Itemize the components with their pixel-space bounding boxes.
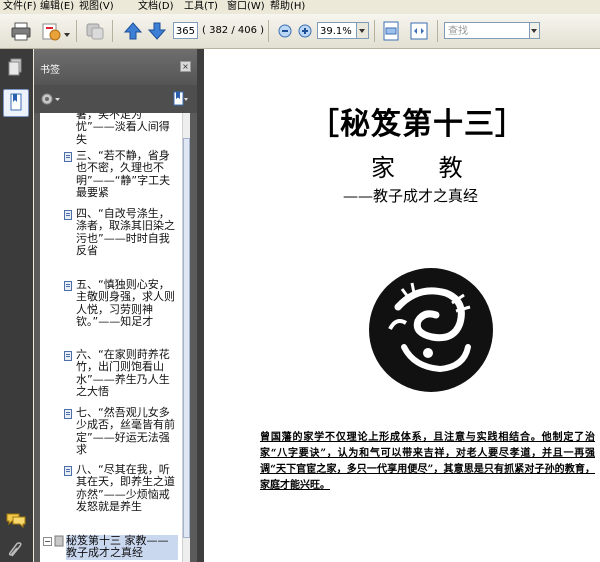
body-paragraph: 曾国藩的家学不仅理论上形成体系，且注意与实践相结合。他制定了治家“八字要诀”，认… <box>260 430 595 494</box>
bookmarks-tab[interactable] <box>3 89 29 117</box>
page-count-label: ( 382 / 406 ) <box>202 25 265 36</box>
body-paragraph-text: 曾国藩的家学不仅理论上形成体系，且注意与实践相结合。他制定了治家“八字要诀”，认… <box>260 432 595 491</box>
chapter-subtitle: 家 教 <box>371 154 481 182</box>
bookmark-label: 五、“慎独则心安，主敬则身强，求人则人悦，习劳则神钦。”——知足才 <box>76 278 175 328</box>
bookmark-icon <box>64 281 72 291</box>
menu-edit[interactable]: 编辑(E) <box>40 0 74 14</box>
bookmark-label: 秘笈第十三 家教——教子成才之真经 <box>66 534 178 560</box>
arrow-down-icon <box>147 22 167 40</box>
chevron-down-icon <box>531 29 537 33</box>
pages-icon <box>8 58 22 76</box>
new-bookmark-button[interactable] <box>172 90 190 108</box>
bookmarks-toolbar <box>34 85 197 113</box>
find-dropdown[interactable] <box>530 22 540 39</box>
email-button[interactable] <box>40 20 62 42</box>
fit-page-button[interactable] <box>380 20 402 42</box>
bookmark-icon <box>10 93 22 111</box>
collaborate-icon <box>86 23 104 40</box>
toolbar-separator <box>112 20 113 42</box>
gear-icon <box>41 93 60 105</box>
comments-tab[interactable] <box>5 511 27 529</box>
attachments-tab[interactable] <box>6 541 26 559</box>
menu-file[interactable]: 文件(F) <box>3 0 37 14</box>
find-input[interactable]: 查找 <box>444 22 530 39</box>
menu-tools[interactable]: 工具(T) <box>184 0 218 14</box>
zoom-dropdown[interactable] <box>357 22 369 39</box>
pages-tab[interactable] <box>6 57 26 79</box>
panel-close-button[interactable]: × <box>180 61 191 72</box>
menu-window[interactable]: 窗口(W) <box>227 0 265 14</box>
toolbar-separator <box>437 20 438 42</box>
next-page-button[interactable] <box>146 20 168 42</box>
bookmark-icon <box>64 351 72 361</box>
panel-splitter[interactable] <box>197 49 204 562</box>
bookmark-scrollbar[interactable] <box>182 113 190 562</box>
fit-width-button[interactable] <box>408 20 430 42</box>
comment-icon <box>6 513 26 529</box>
toolbar-separator <box>374 20 375 42</box>
bookmark-label: 七、“然吾观儿女多少成否，丝毫皆有前定”——好运无法强求 <box>76 406 175 456</box>
bookmark-list: 暑，笑不足为忧”——淡看人间得失 三、“若不静，省身也不密，久理也不明”——“静… <box>40 113 190 562</box>
chapter-tagline: ——教子成才之真经 <box>343 187 479 205</box>
bookmarks-panel-header: 书签 × <box>34 49 197 85</box>
print-button[interactable] <box>10 20 32 42</box>
new-bookmark-icon <box>173 91 188 106</box>
menu-help[interactable]: 帮助(H) <box>270 0 305 14</box>
email-icon <box>42 23 61 41</box>
zoom-in-button[interactable] <box>294 20 316 42</box>
arrow-up-icon <box>123 22 143 40</box>
dragon-emblem-image <box>368 267 494 393</box>
zoom-level-input[interactable]: 39.1% <box>317 22 357 39</box>
zoom-in-icon <box>298 24 312 38</box>
chapter-title: ［秘笈第十三］ <box>309 107 526 142</box>
toolbar: 365 ( 382 / 406 ) 39.1% 查找 <box>0 14 600 49</box>
fit-width-icon <box>410 22 428 40</box>
bookmark-label: 八、“尽其在我，听其在天，即养生之道亦然”——少烦恼戒发怒就是养生 <box>76 463 175 513</box>
bookmark-open-icon <box>54 535 64 547</box>
bookmark-icon <box>64 152 72 162</box>
bookmark-icon <box>64 210 72 220</box>
collapse-toggle-icon[interactable]: − <box>43 537 52 546</box>
menu-document[interactable]: 文档(D) <box>138 0 174 14</box>
bookmark-label: 暑，笑不足为忧”——淡看人间得失 <box>76 113 170 146</box>
zoom-out-icon <box>278 24 292 38</box>
page-number-input[interactable]: 365 <box>173 22 198 39</box>
bookmark-icon <box>64 466 72 476</box>
bookmark-label: 四、“自改号涤生，涤者，取涤其旧染之污也”——时时自我反省 <box>76 207 175 257</box>
fit-page-icon <box>383 21 399 41</box>
collaborate-button[interactable] <box>84 20 106 42</box>
email-dropdown-icon[interactable] <box>64 28 70 37</box>
menu-view[interactable]: 视图(V) <box>79 0 114 14</box>
scrollbar-thumb[interactable] <box>183 138 190 538</box>
paperclip-icon <box>8 542 22 557</box>
left-tab-strip <box>0 49 33 562</box>
options-button[interactable] <box>40 91 62 107</box>
previous-page-button[interactable] <box>122 20 144 42</box>
print-icon <box>11 22 31 41</box>
bookmarks-panel-title: 书签 <box>40 65 60 76</box>
chevron-down-icon <box>359 29 365 33</box>
zoom-out-button[interactable] <box>274 20 296 42</box>
bookmark-label: 三、“若不静，省身也不密，久理也不明”——“静”字工夫最要紧 <box>76 149 171 199</box>
toolbar-separator <box>268 20 269 42</box>
bookmark-label: 六、“在家则莳养花竹，出门则饱看山水”——养生乃人生之大悟 <box>76 348 170 398</box>
bookmark-icon <box>64 409 72 419</box>
menu-bar: 文件(F) 编辑(E) 视图(V) 文档(D) 工具(T) 窗口(W) 帮助(H… <box>0 0 600 14</box>
bookmarks-panel: 书签 × 暑，笑不足为忧”——淡看人间得失 三、“若不静，省身也不密，久理也不明… <box>34 49 197 562</box>
toolbar-separator <box>76 20 77 42</box>
